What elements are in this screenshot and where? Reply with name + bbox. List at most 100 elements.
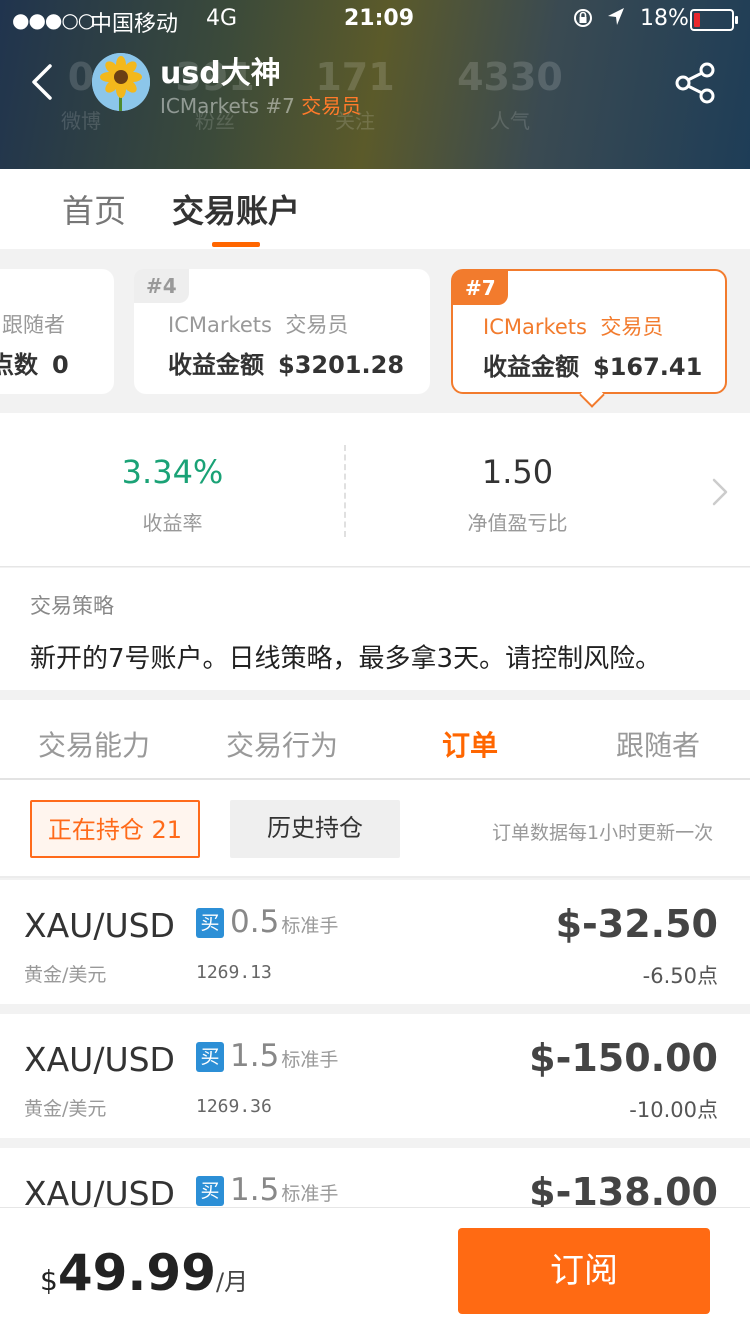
status-bar: ●●●○○ 中国移动 4G 21:09 18% xyxy=(0,0,750,40)
account-card-label: 点数 xyxy=(0,351,38,379)
history-positions-button[interactable]: 历史持仓 xyxy=(230,800,400,858)
account-carousel[interactable]: 跟随者 点数 0 #4 ICMarkets 交易员 收益金额 $3201.28 #7… xyxy=(0,249,750,413)
order-points: -6.50点 xyxy=(642,964,718,988)
stat-popularity-label: 人气 xyxy=(490,109,530,133)
battery-level xyxy=(694,13,700,27)
network-type: 4G xyxy=(206,6,238,31)
location-arrow-icon xyxy=(606,6,626,33)
order-lots-value: 1.5 xyxy=(230,1038,280,1074)
account-card-line1: ICMarkets 交易员 xyxy=(483,311,663,341)
order-lots-value: 1.5 xyxy=(230,1172,280,1208)
order-points: -10.00点 xyxy=(629,1098,718,1122)
order-lots: 0.5 标准手 xyxy=(230,904,338,940)
account-card-badge: #4 xyxy=(134,269,189,303)
price-amount: 49.99 xyxy=(57,1244,216,1302)
subscription-bar: $49.99/月 订阅 xyxy=(0,1207,750,1334)
chevron-left-icon xyxy=(32,64,52,100)
update-note: 订单数据每1小时更新一次 xyxy=(492,822,714,844)
profile-header: ●●●○○ 中国移动 4G 21:09 18% 0 微博 391 粉丝 171 … xyxy=(0,0,750,169)
order-pnl: $-32.50 xyxy=(555,902,718,946)
order-filters: 正在持仓 21 历史持仓 订单数据每1小时更新一次 xyxy=(0,780,750,878)
metric-label: 收益率 xyxy=(142,511,203,535)
open-positions-button[interactable]: 正在持仓 21 xyxy=(30,800,200,858)
tab-orders[interactable]: 订单 xyxy=(442,724,498,764)
order-row[interactable]: XAU/USD 黄金/美元 买 1.5 标准手 1269.36 $-150.00 … xyxy=(0,1014,750,1138)
stat-popularity: 4330 人气 xyxy=(455,55,565,134)
stat-weibo-label: 微博 xyxy=(61,109,101,133)
metric-return-rate: 3.34% 收益率 xyxy=(0,453,345,536)
order-open-price: 1269.13 xyxy=(196,962,272,983)
strategy-title: 交易策略 xyxy=(30,594,114,618)
account-card-role: 交易员 xyxy=(600,315,664,339)
sunflower-icon xyxy=(92,53,150,111)
tab-trading-account[interactable]: 交易账户 xyxy=(172,186,300,232)
clock: 21:09 xyxy=(344,6,415,31)
tab-trading-behavior[interactable]: 交易行为 xyxy=(226,724,338,764)
account-card-line2: 收益金额 $3201.28 xyxy=(168,345,404,380)
account-card-partial[interactable]: 跟随者 点数 0 xyxy=(0,269,114,394)
account-role: 交易员 xyxy=(301,94,362,118)
account-card-broker: ICMarkets xyxy=(483,315,587,339)
order-lot-unit: 标准手 xyxy=(281,1183,339,1205)
account-card-value: $3201.28 xyxy=(278,351,405,379)
account-card-label: 收益金额 xyxy=(483,353,579,381)
avatar[interactable] xyxy=(92,53,150,111)
stat-popularity-value: 4330 xyxy=(457,55,563,99)
metric-label: 净值盈亏比 xyxy=(467,511,568,535)
order-symbol-cn: 黄金/美元 xyxy=(24,964,107,986)
strategy-text: 新开的7号账户。日线策略，最多拿3天。请控制风险。 xyxy=(30,644,662,674)
order-lot-unit: 标准手 xyxy=(281,915,339,937)
order-symbol: XAU/USD xyxy=(24,906,175,945)
order-lot-unit: 标准手 xyxy=(281,1049,339,1071)
buy-badge: 买 xyxy=(196,908,224,938)
carrier-name: 中国移动 xyxy=(90,12,179,37)
metric-value: 3.34% xyxy=(121,453,224,491)
metric-value: 1.50 xyxy=(481,453,554,491)
order-symbol-cn: 黄金/美元 xyxy=(24,1098,107,1120)
order-open-price: 1269.36 xyxy=(196,1096,272,1117)
tab-followers[interactable]: 跟随者 xyxy=(616,724,700,764)
price-period: /月 xyxy=(215,1268,249,1296)
metric-profit-loss-ratio: 1.50 净值盈亏比 xyxy=(345,453,690,536)
order-lots: 1.5 标准手 xyxy=(230,1038,338,1074)
account-card-7[interactable]: #7 ICMarkets 交易员 收益金额 $167.41 xyxy=(451,269,727,408)
account-card-value: 0 xyxy=(52,351,69,379)
tab-trading-ability[interactable]: 交易能力 xyxy=(38,724,150,764)
order-row[interactable]: XAU/USD 黄金/美元 买 0.5 标准手 1269.13 $-32.50 -… xyxy=(0,880,750,1004)
order-lots-value: 0.5 xyxy=(230,904,280,940)
buy-badge: 买 xyxy=(196,1042,224,1072)
account-card-role: 交易员 xyxy=(285,313,349,337)
selected-card-pointer xyxy=(579,382,605,408)
account-card-4[interactable]: #4 ICMarkets 交易员 收益金额 $3201.28 xyxy=(134,269,430,394)
buy-badge: 买 xyxy=(196,1176,224,1206)
account-card-broker: ICMarkets xyxy=(168,313,272,337)
username: usd大神 xyxy=(160,56,281,91)
detail-tabs: 交易能力 交易行为 订单 跟随者 xyxy=(0,700,750,780)
account-metrics[interactable]: 3.34% 收益率 1.50 净值盈亏比 xyxy=(0,413,750,567)
order-lots: 1.5 标准手 xyxy=(230,1172,338,1208)
account-subtitle: ICMarkets #7 交易员 xyxy=(160,90,361,119)
chevron-right-icon[interactable] xyxy=(708,476,732,508)
order-pnl: $-150.00 xyxy=(529,1036,718,1080)
tab-home[interactable]: 首页 xyxy=(62,186,126,232)
battery-icon xyxy=(690,9,738,31)
orientation-lock-icon xyxy=(572,7,594,34)
account-card-badge: #7 xyxy=(453,271,508,305)
signal-strength-icon: ●●●○○ xyxy=(12,8,95,32)
active-tab-indicator xyxy=(212,242,260,247)
account-card-line2: 收益金额 $167.41 xyxy=(483,347,702,382)
account-card-line1: ICMarkets 交易员 xyxy=(168,309,348,339)
price-currency: $ xyxy=(40,1264,58,1297)
account-card-line2: 点数 0 xyxy=(0,345,69,380)
trading-strategy: 交易策略 新开的7号账户。日线策略，最多拿3天。请控制风险。 xyxy=(0,568,750,690)
account-card-label: 收益金额 xyxy=(168,351,264,379)
battery-percent: 18% xyxy=(640,6,689,31)
account-card-value: $167.41 xyxy=(593,353,703,381)
back-button[interactable] xyxy=(28,62,58,102)
order-symbol: XAU/USD xyxy=(24,1040,175,1079)
subscribe-button[interactable]: 订阅 xyxy=(458,1228,710,1314)
account-broker: ICMarkets #7 xyxy=(160,94,295,118)
share-button[interactable] xyxy=(674,62,718,104)
account-card-line1: 跟随者 xyxy=(2,313,65,337)
subscription-price: $49.99/月 xyxy=(40,1244,248,1302)
